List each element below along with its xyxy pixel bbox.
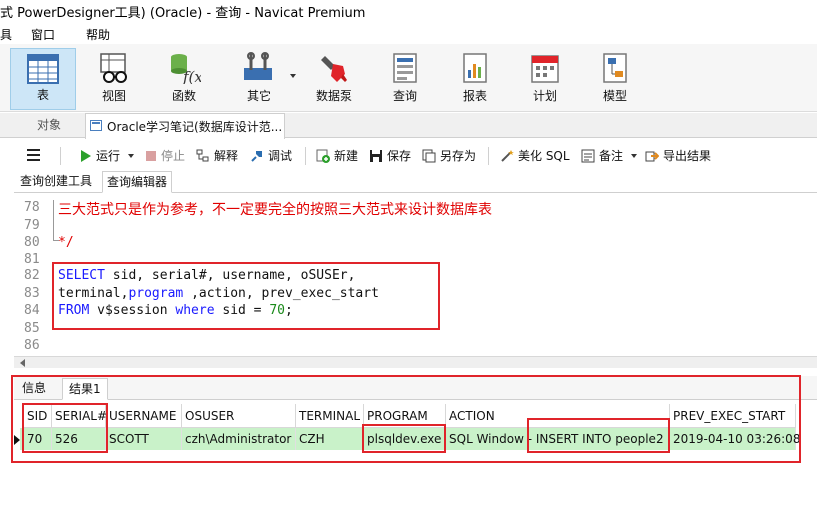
ribbon-report-button[interactable]: 报表: [442, 48, 508, 110]
toolbar-separator: [488, 147, 489, 165]
other-icon: [244, 52, 272, 80]
explain-button[interactable]: 解释: [196, 147, 238, 165]
magic-wand-icon: [501, 149, 514, 162]
ribbon-function-button[interactable]: f(x) 函数: [151, 48, 217, 110]
save-as-button[interactable]: 另存为: [422, 147, 476, 165]
menu-help[interactable]: 帮助: [86, 26, 110, 43]
code-line: 三大范式只是作为参考，不一定要完全的按照三大范式来设计数据库表: [58, 202, 492, 218]
save-as-label: 另存为: [440, 149, 477, 163]
tab-query-builder[interactable]: 查询创建工具: [16, 171, 96, 193]
ribbon-schedule-button[interactable]: 计划: [512, 48, 578, 110]
save-button[interactable]: 保存: [369, 147, 411, 165]
stop-button[interactable]: 停止: [145, 147, 185, 165]
schedule-icon: [531, 55, 559, 83]
note-button[interactable]: 备注: [581, 147, 637, 165]
table-icon: [27, 54, 59, 84]
ribbon-table-button[interactable]: 表: [10, 48, 76, 110]
menu-bar: 具 窗口 帮助: [0, 22, 817, 44]
note-dropdown-icon[interactable]: [630, 153, 637, 158]
line-number: 86: [24, 338, 40, 353]
ribbon-query-label: 查询: [392, 89, 417, 103]
ribbon-datapump-button[interactable]: 数据泵: [301, 48, 367, 110]
window-title: 式 PowerDesigner工具) (Oracle) - 查询 - Navic…: [0, 6, 366, 21]
run-button[interactable]: 运行: [80, 147, 134, 165]
new-label: 新建: [334, 149, 359, 163]
datapump-icon: [321, 56, 347, 82]
panel-splitter[interactable]: [14, 356, 817, 368]
ribbon-query-button[interactable]: 查询: [372, 48, 438, 110]
line-number: 85: [24, 321, 40, 336]
ribbon-view-label: 视图: [101, 89, 126, 103]
line-number: 80: [24, 235, 40, 250]
collapse-arrow-icon[interactable]: [20, 359, 25, 367]
tab-query[interactable]: Oracle学习笔记(数据库设计范...: [85, 113, 285, 139]
debug-button[interactable]: 调试: [250, 147, 292, 165]
ribbon-schedule-label: 计划: [532, 89, 557, 103]
save-as-icon: [422, 149, 436, 162]
explain-label: 解释: [214, 149, 239, 163]
menu-window[interactable]: 窗口: [31, 26, 55, 43]
ribbon-view-button[interactable]: 视图: [81, 48, 147, 110]
ribbon-model-button[interactable]: 模型: [582, 48, 648, 110]
export-icon: [645, 151, 659, 161]
line-number: 84: [24, 303, 40, 318]
stop-label: 停止: [161, 149, 186, 163]
function-icon: f(x): [171, 54, 201, 84]
action-highlight-box: [527, 418, 670, 453]
tab-query-editor[interactable]: 查询编辑器: [102, 171, 173, 193]
toolbar-separator: [305, 147, 306, 165]
save-label: 保存: [387, 149, 412, 163]
view-icon: [100, 53, 127, 83]
debug-label: 调试: [268, 149, 293, 163]
line-number: 81: [24, 252, 40, 267]
sid-serial-highlight-box: [22, 403, 108, 453]
export-results-label: 导出结果: [663, 149, 712, 163]
model-icon: [603, 53, 627, 83]
ribbon: 表 视图 f(x) 函数 其它: [0, 44, 817, 112]
beautify-sql-label: 美化 SQL: [518, 149, 570, 163]
query-icon: [393, 53, 417, 83]
stop-icon: [146, 150, 156, 161]
ribbon-function-label: 函数: [171, 89, 196, 103]
query-highlight-box: [52, 262, 440, 330]
new-button[interactable]: 新建: [316, 147, 358, 165]
ribbon-report-label: 报表: [462, 89, 487, 103]
save-icon: [370, 149, 382, 162]
query-toolbar: 运行 停止 解释 调试 新建 保存 另存为 美化 SQL 备注 导出结果: [0, 139, 817, 171]
run-label: 运行: [96, 149, 121, 163]
export-results-button[interactable]: 导出结果: [645, 147, 711, 165]
tab-query-label: Oracle学习笔记(数据库设计范...: [107, 120, 283, 134]
toolbar-separator: [60, 147, 61, 165]
line-number: 82: [24, 268, 40, 283]
run-dropdown-icon[interactable]: [127, 153, 134, 158]
query-tab-icon: [90, 120, 102, 131]
ribbon-other-button[interactable]: 其它: [226, 48, 292, 110]
tab-objects[interactable]: 对象: [14, 113, 84, 138]
ribbon-datapump-label: 数据泵: [315, 89, 352, 103]
svg-text:f(x): f(x): [182, 68, 201, 84]
line-number: 83: [24, 286, 40, 301]
document-tabs: 对象 Oracle学习笔记(数据库设计范...: [0, 113, 817, 139]
hamburger-menu-icon[interactable]: [26, 148, 42, 162]
note-icon: [581, 149, 595, 162]
title-bar: 式 PowerDesigner工具) (Oracle) - 查询 - Navic…: [0, 0, 817, 22]
program-highlight-box: [362, 424, 446, 453]
beautify-sql-button[interactable]: 美化 SQL: [500, 147, 570, 165]
line-number: 79: [24, 218, 40, 233]
menu-tools[interactable]: 具: [0, 26, 12, 43]
report-icon: [463, 53, 487, 83]
editor-subtabs: 查询创建工具 查询编辑器: [14, 171, 817, 193]
line-number: 78: [24, 200, 40, 215]
ribbon-table-label: 表: [36, 88, 49, 102]
explain-icon: [196, 149, 209, 161]
new-query-icon: [316, 149, 330, 163]
note-label: 备注: [599, 149, 624, 163]
ribbon-model-label: 模型: [602, 89, 627, 103]
play-icon: [81, 149, 91, 162]
code-line: */: [58, 235, 74, 250]
debug-icon: [251, 150, 262, 162]
ribbon-other-label: 其它: [246, 89, 271, 103]
other-dropdown-arrow-icon[interactable]: [290, 74, 296, 78]
